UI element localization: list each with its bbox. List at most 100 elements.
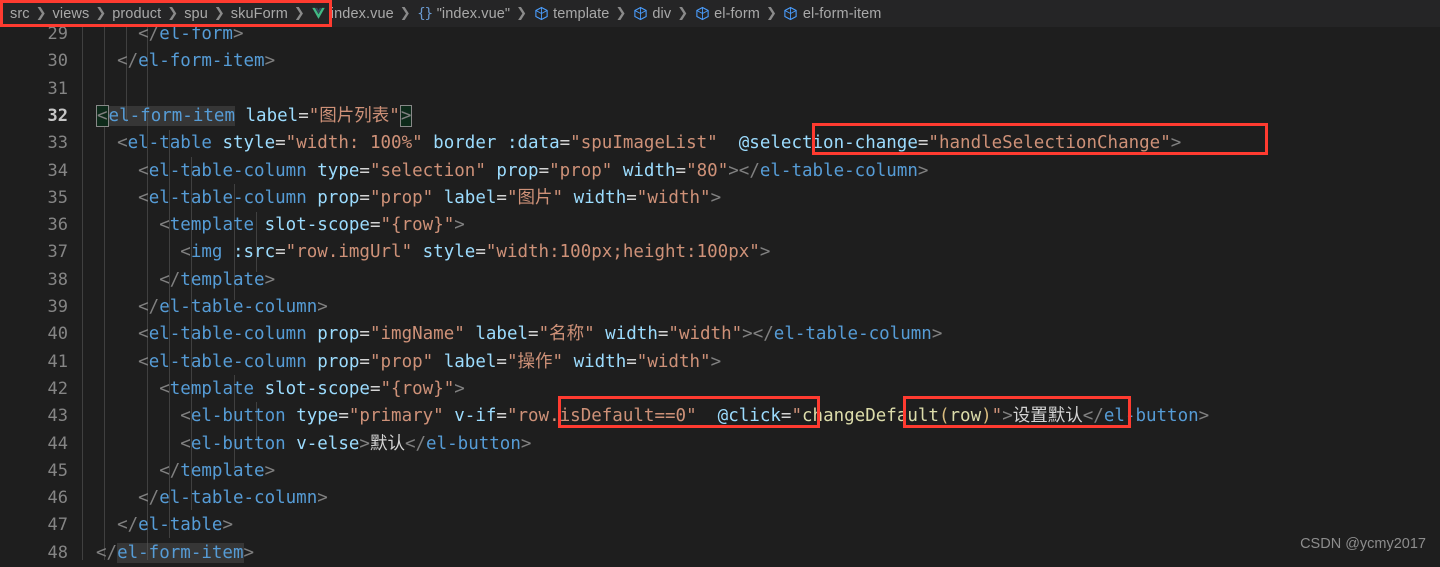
code-line[interactable]: 43 <el-button type="primary" v-if="row.i… [0, 403, 1440, 430]
code-token: "{row}" [380, 215, 455, 236]
code-token: > [1170, 133, 1182, 154]
line-number: 48 [47, 542, 68, 563]
code-token: = [626, 351, 637, 372]
code-line[interactable]: 33 <el-table style="width: 100%" border … [0, 130, 1440, 157]
breadcrumb-item-spu[interactable]: spu [184, 6, 208, 22]
code-line[interactable]: 30 </el-form-item> [0, 48, 1440, 75]
code-line[interactable]: 41 <el-table-column prop="prop" label="操… [0, 349, 1440, 376]
code-line[interactable]: 45 </template> [0, 458, 1440, 485]
code-line[interactable]: 48 </el-form-item> [0, 540, 1440, 567]
code-token: ></ [728, 160, 760, 181]
code-line[interactable]: 31 [0, 76, 1440, 103]
code-line[interactable]: 35 <el-table-column prop="prop" label="图… [0, 185, 1440, 212]
code-token: width [563, 351, 627, 372]
breadcrumb-item-elformitem[interactable]: el-form-item [783, 6, 882, 22]
code-token: "prop" [369, 351, 434, 372]
line-number: 32 [47, 105, 68, 126]
code-line[interactable]: 46 </el-table-column> [0, 485, 1440, 512]
breadcrumb-item-indexvue[interactable]: {} "index.vue" [417, 6, 510, 22]
breadcrumb[interactable]: src ❯ views ❯ product ❯ spu ❯ skuForm ❯ index.vue ❯… [0, 0, 1440, 27]
code-token: style [412, 242, 476, 263]
code-line-text: <template slot-scope="{row}"> [96, 376, 465, 403]
breadcrumb-item-template[interactable]: template [533, 6, 609, 22]
breadcrumb-item-skuForm[interactable]: skuForm [231, 6, 288, 22]
code-line[interactable]: 42 <template slot-scope="{row}"> [0, 376, 1440, 403]
code-token: </ [96, 515, 139, 536]
code-token: = [359, 324, 370, 345]
code-line[interactable]: 34 <el-table-column type="selection" pro… [0, 158, 1440, 185]
code-token: el-button [190, 406, 286, 427]
code-line-text: </el-table-column> [96, 294, 328, 321]
code-token: = [275, 133, 286, 154]
code-line-text: <el-table-column prop="prop" label="操作" … [96, 349, 721, 376]
code-token: "图片列表" [308, 105, 400, 126]
code-line-text: <el-button v-else>默认</el-button> [96, 431, 531, 458]
code-token: " [791, 406, 802, 427]
cube-symbol-icon [783, 6, 799, 22]
code-token: ></ [742, 324, 774, 345]
code-token: "imgName" [369, 324, 465, 345]
code-token: = [359, 160, 370, 181]
breadcrumb-item-product[interactable]: product [112, 6, 161, 22]
code-line-text: </el-form-item> [96, 48, 275, 75]
breadcrumb-item-indexvue[interactable]: index.vue [311, 6, 394, 22]
code-token: :data [496, 133, 560, 154]
code-line[interactable]: 38 </template> [0, 267, 1440, 294]
code-token: </ [96, 460, 181, 481]
code-token: = [538, 160, 550, 181]
code-token: = [559, 133, 571, 154]
code-line-text: <el-table style="width: 100%" border :da… [96, 130, 1181, 157]
code-line[interactable]: 32 <el-form-item label="图片列表"> [0, 103, 1440, 130]
code-editor[interactable]: 29 </el-form> 30 </el-form-item> 31 32 <el-f… [0, 0, 1440, 563]
code-line[interactable]: 37 <img :src="row.imgUrl" style="width:1… [0, 239, 1440, 266]
vue-file-icon [311, 6, 327, 22]
breadcrumb-separator: ❯ [213, 6, 225, 21]
line-number: 39 [47, 297, 68, 317]
line-number: 30 [47, 51, 68, 72]
code-token: = [496, 351, 507, 372]
code-line-text: </template> [96, 458, 275, 485]
line-number: 34 [47, 160, 68, 181]
line-number: 33 [47, 133, 68, 154]
code-token: el-form-item [138, 51, 265, 72]
code-token: = [917, 133, 929, 154]
breadcrumb-item-label: div [652, 5, 672, 22]
code-token: "width" [636, 187, 711, 208]
code-token: < [96, 215, 170, 236]
code-token: 设置默认 [1012, 406, 1083, 427]
code-token: </ [96, 297, 160, 317]
code-token: > [222, 515, 233, 536]
code-token: < [96, 242, 191, 263]
code-token: v-if [443, 406, 497, 427]
code-line[interactable]: 36 <template slot-scope="{row}"> [0, 212, 1440, 239]
code-token: "width: 100%" [285, 133, 423, 154]
cube-symbol-icon [632, 6, 648, 22]
code-token: > [264, 460, 276, 481]
code-token: "80" [686, 160, 729, 181]
breadcrumb-item-label: src [10, 5, 30, 22]
code-token: "row.isDefault==0" [506, 406, 697, 427]
cube-symbol-icon [694, 6, 710, 22]
code-line-text: </el-table-column> [96, 485, 328, 512]
code-line[interactable]: 39 </el-table-column> [0, 294, 1440, 321]
breadcrumb-item-src[interactable]: src [10, 6, 30, 22]
code-token: > [399, 104, 413, 127]
breadcrumb-item-label: index.vue [330, 5, 394, 22]
breadcrumb-item-label: template [553, 5, 610, 22]
code-token: = [675, 160, 687, 181]
breadcrumb-item-div[interactable]: div [632, 6, 671, 22]
code-token: el-table [127, 133, 212, 154]
code-token: el-table-column [159, 297, 318, 317]
breadcrumb-item-elform[interactable]: el-form [694, 6, 760, 22]
line-number: 41 [47, 351, 68, 372]
code-line[interactable]: 40 <el-table-column prop="imgName" label… [0, 321, 1440, 348]
code-token: < [96, 324, 149, 345]
code-line[interactable]: 47 </el-table> [0, 512, 1440, 539]
code-token: < [96, 160, 149, 181]
breadcrumb-item-views[interactable]: views [53, 6, 90, 22]
code-token: = [338, 406, 349, 427]
line-number: 35 [47, 187, 68, 208]
code-token: < [96, 378, 170, 399]
code-line[interactable]: 44 <el-button v-else>默认</el-button> [0, 431, 1440, 458]
code-token: label [464, 324, 529, 345]
